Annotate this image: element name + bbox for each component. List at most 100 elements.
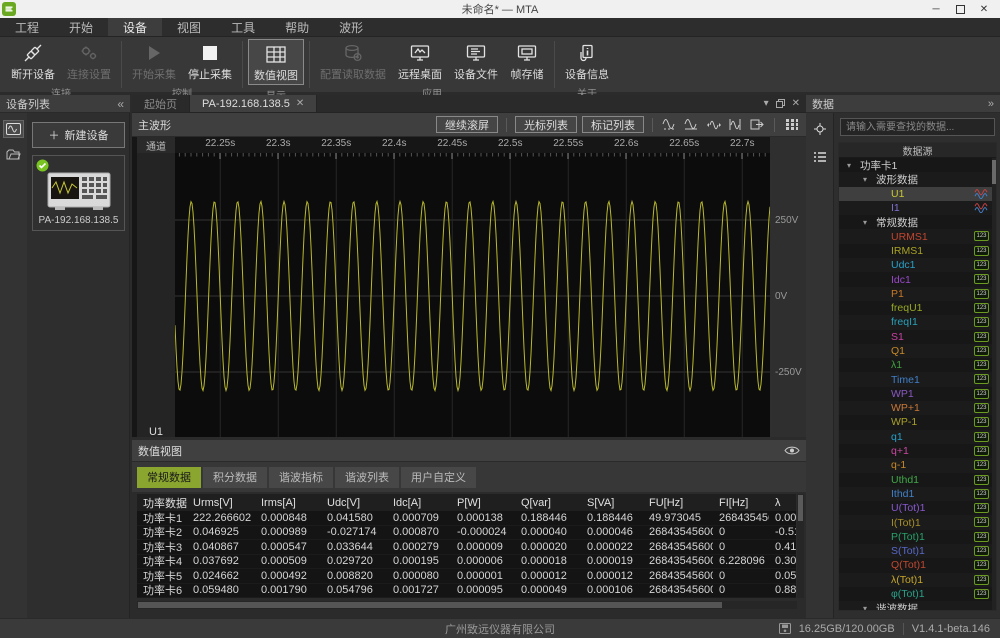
expand-panel-button[interactable]: » bbox=[988, 98, 994, 110]
table-row[interactable]: 功率卡50.0246620.0004920.0088200.0000800.00… bbox=[137, 569, 796, 584]
menu-item-1[interactable]: 工程 bbox=[0, 18, 54, 36]
tree-item-qtot1[interactable]: Q(Tot)1123 bbox=[839, 558, 996, 572]
tree-item-stot1[interactable]: S(Tot)1123 bbox=[839, 544, 996, 558]
continue-scroll-button[interactable]: 继续滚屏 bbox=[436, 116, 498, 133]
tree-item-time1[interactable]: Time1123 bbox=[839, 372, 996, 386]
tree-item-[interactable]: ▾波形数据 bbox=[839, 172, 996, 186]
panel-float-icon[interactable] bbox=[776, 99, 785, 108]
table-vertical-scrollbar[interactable] bbox=[797, 494, 804, 598]
tab-close-icon[interactable]: ✕ bbox=[296, 98, 304, 109]
data-list-icon[interactable] bbox=[810, 149, 829, 165]
plot-area[interactable] bbox=[175, 153, 770, 437]
wave-compress-icon[interactable] bbox=[705, 117, 722, 132]
tree-item-q-1[interactable]: q-1123 bbox=[839, 458, 996, 472]
numeric-tab-5[interactable]: 用户自定义 bbox=[401, 467, 476, 488]
expander-arrow-icon[interactable]: ▾ bbox=[863, 218, 867, 227]
start-capture-button[interactable]: 开始采集 bbox=[127, 39, 181, 83]
device-info-button[interactable]: 设备信息 bbox=[560, 39, 614, 83]
wave-cursor-icon[interactable] bbox=[727, 117, 744, 132]
numeric-tab-4[interactable]: 谐波列表 bbox=[335, 467, 399, 488]
tree-item-ptot1[interactable]: P(Tot)1123 bbox=[839, 530, 996, 544]
numeric-type-icon: 123 bbox=[974, 260, 989, 270]
tree-item-q+1[interactable]: q+1123 bbox=[839, 444, 996, 458]
tree-item-i1[interactable]: I1 bbox=[839, 201, 996, 215]
numeric-view-button[interactable]: 数值视图 bbox=[248, 39, 304, 85]
remote-desktop-button[interactable]: 远程桌面 bbox=[393, 39, 447, 83]
table-row[interactable]: 功率卡30.0408670.0005470.0336440.0002790.00… bbox=[137, 540, 796, 555]
device-view-icon[interactable] bbox=[4, 121, 23, 137]
menu-item-6[interactable]: 帮助 bbox=[270, 18, 324, 36]
tree-item-q1[interactable]: Q1123 bbox=[839, 344, 996, 358]
tree-item-1[interactable]: λ1123 bbox=[839, 358, 996, 372]
tree-item-s1[interactable]: S1123 bbox=[839, 330, 996, 344]
menu-item-5[interactable]: 工具 bbox=[216, 18, 270, 36]
cursor-list-button[interactable]: 光标列表 bbox=[515, 116, 577, 133]
tree-item-idc1[interactable]: Idc1123 bbox=[839, 272, 996, 286]
expander-arrow-icon[interactable]: ▾ bbox=[863, 604, 867, 611]
stop-capture-button[interactable]: 停止采集 bbox=[183, 39, 237, 83]
numeric-tab-1[interactable]: 常规数据 bbox=[137, 467, 201, 488]
export-icon[interactable] bbox=[749, 117, 766, 132]
expander-arrow-icon[interactable]: ▾ bbox=[863, 175, 867, 184]
tree-item-tot1[interactable]: λ(Tot)1123 bbox=[839, 573, 996, 587]
data-source-icon[interactable] bbox=[810, 121, 829, 137]
numeric-tab-2[interactable]: 积分数据 bbox=[203, 467, 267, 488]
maximize-button[interactable] bbox=[950, 2, 970, 16]
connection-settings-button[interactable]: 连接设置 bbox=[62, 39, 116, 83]
tree-item-q1[interactable]: q1123 bbox=[839, 430, 996, 444]
menu-item-4[interactable]: 视图 bbox=[162, 18, 216, 36]
frame-storage-button[interactable]: 帧存储 bbox=[505, 39, 549, 83]
device-card[interactable]: PA-192.168.138.5 bbox=[32, 155, 125, 231]
panel-close-icon[interactable]: ✕ bbox=[792, 98, 800, 109]
data-search-input[interactable] bbox=[840, 118, 995, 136]
disconnect-device-button[interactable]: 断开设备 bbox=[6, 39, 60, 83]
tree-item-u1[interactable]: U1 bbox=[839, 187, 996, 201]
table-row[interactable]: 功率卡20.0469250.000989-0.0271740.000870-0.… bbox=[137, 526, 796, 541]
tree-item-wp-1[interactable]: WP-1123 bbox=[839, 415, 996, 429]
time-tick-label: 22.35s bbox=[314, 138, 358, 149]
tree-item-urms1[interactable]: URMS1123 bbox=[839, 229, 996, 243]
channel-u1-label[interactable]: U1 bbox=[137, 426, 175, 438]
expander-arrow-icon[interactable]: ▾ bbox=[847, 161, 851, 170]
panel-menu-icon[interactable]: ▾ bbox=[764, 98, 769, 109]
tree-item-1[interactable]: ▾功率卡1 bbox=[839, 158, 996, 172]
visibility-eye-icon[interactable] bbox=[784, 445, 800, 456]
tree-item-tot1[interactable]: φ(Tot)1123 bbox=[839, 587, 996, 601]
tree-item-utot1[interactable]: U(Tot)1123 bbox=[839, 501, 996, 515]
marker-list-button[interactable]: 标记列表 bbox=[582, 116, 644, 133]
device-files-button[interactable]: 设备文件 bbox=[449, 39, 503, 83]
tree-scrollbar[interactable] bbox=[992, 158, 996, 610]
collapse-panel-button[interactable]: « bbox=[117, 97, 124, 111]
tree-item-[interactable]: ▾常规数据 bbox=[839, 215, 996, 229]
menu-item-2[interactable]: 开始 bbox=[54, 18, 108, 36]
tree-item-wp1[interactable]: WP1123 bbox=[839, 387, 996, 401]
tree-item-udc1[interactable]: Udc1123 bbox=[839, 258, 996, 272]
document-tab-2[interactable]: PA-192.168.138.5✕ bbox=[190, 95, 317, 112]
add-device-button[interactable]: ＋ 新建设备 bbox=[32, 122, 125, 148]
menu-item-3[interactable]: 设备 bbox=[108, 18, 162, 36]
tree-item-frequ1[interactable]: freqU1123 bbox=[839, 301, 996, 315]
numeric-type-icon: 123 bbox=[974, 503, 989, 513]
tree-item-ithd1[interactable]: Ithd1123 bbox=[839, 487, 996, 501]
tree-item-wp+1[interactable]: WP+1123 bbox=[839, 401, 996, 415]
config-read-button[interactable]: 配置读取数据 bbox=[315, 39, 391, 83]
tree-item-uthd1[interactable]: Uthd1123 bbox=[839, 473, 996, 487]
table-row[interactable]: 功率卡60.0594800.0017900.0547960.0017270.00… bbox=[137, 584, 796, 599]
wave-baseline-icon[interactable] bbox=[683, 117, 700, 132]
tree-item-p1[interactable]: P1123 bbox=[839, 287, 996, 301]
minimize-button[interactable]: ─ bbox=[926, 2, 946, 16]
grid-settings-icon[interactable] bbox=[783, 117, 800, 132]
close-button[interactable]: ✕ bbox=[974, 2, 994, 16]
tree-item-[interactable]: ▾谐波数据 bbox=[839, 601, 996, 611]
wave-measure-icon[interactable] bbox=[661, 117, 678, 132]
numeric-tab-3[interactable]: 谐波指标 bbox=[269, 467, 333, 488]
table-horizontal-scrollbar[interactable] bbox=[137, 601, 797, 609]
table-row[interactable]: 功率卡1222.2666020.0008480.0415800.0007090.… bbox=[137, 511, 796, 526]
tree-item-freqi1[interactable]: freqI1123 bbox=[839, 315, 996, 329]
document-tab-1[interactable]: 起始页 bbox=[132, 95, 190, 112]
tree-item-irms1[interactable]: IRMS1123 bbox=[839, 244, 996, 258]
menu-item-7[interactable]: 波形 bbox=[324, 18, 378, 36]
table-row[interactable]: 功率卡40.0376920.0005090.0297200.0001950.00… bbox=[137, 555, 796, 570]
tree-item-itot1[interactable]: I(Tot)1123 bbox=[839, 515, 996, 529]
device-folder-icon[interactable] bbox=[4, 147, 23, 163]
